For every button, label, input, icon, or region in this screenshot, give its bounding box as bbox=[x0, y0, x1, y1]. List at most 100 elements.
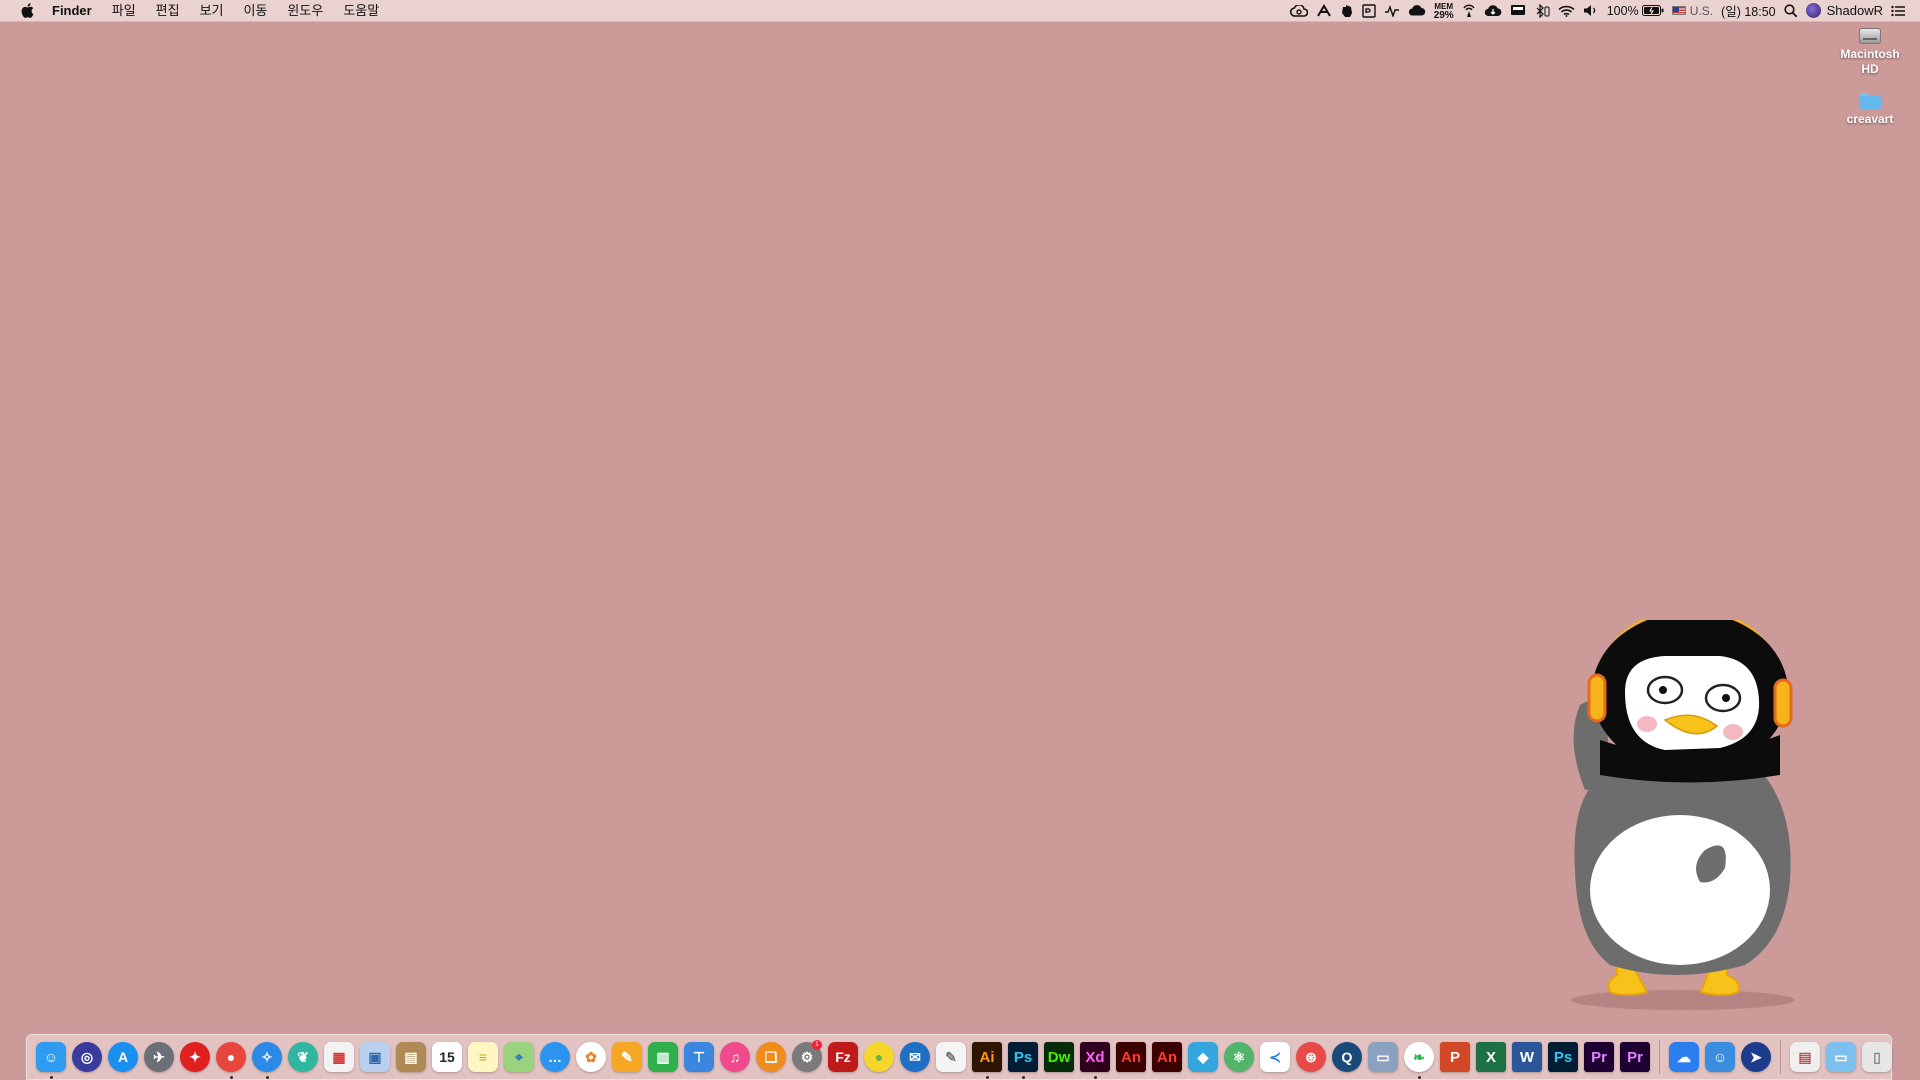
cloud-icon[interactable] bbox=[1404, 0, 1430, 22]
menu-window[interactable]: 윈도우 bbox=[277, 0, 333, 22]
dock-item-safari[interactable]: ✧ bbox=[249, 1034, 285, 1080]
display-icon[interactable] bbox=[1506, 0, 1530, 22]
dock-item-downloads[interactable]: ▤ bbox=[1787, 1034, 1823, 1080]
dock-item-premiere-pro[interactable]: Pr bbox=[1581, 1034, 1617, 1080]
menu-bar-status: MEM 29% 100% U.S. (일) 18:50 ShadowR bbox=[1286, 0, 1920, 22]
spotlight-search-icon[interactable] bbox=[1780, 0, 1802, 22]
dock-item-siri[interactable]: ◎ bbox=[69, 1034, 105, 1080]
dock-item-premiere-pro-2[interactable]: Pr bbox=[1617, 1034, 1653, 1080]
dock-item-notes[interactable]: ≡ bbox=[465, 1034, 501, 1080]
dock-item-animate[interactable]: An bbox=[1113, 1034, 1149, 1080]
dock-item-pages[interactable]: ✎ bbox=[609, 1034, 645, 1080]
dock-item-animate-2[interactable]: An bbox=[1149, 1034, 1185, 1080]
dock-item-photos[interactable]: ✿ bbox=[573, 1034, 609, 1080]
notification-center-icon[interactable] bbox=[1887, 0, 1910, 22]
dock-item-quicktime[interactable]: Q bbox=[1329, 1034, 1365, 1080]
dock-item-dreamweaver[interactable]: Dw bbox=[1041, 1034, 1077, 1080]
dock-item-folder[interactable]: ▭ bbox=[1823, 1034, 1859, 1080]
books-icon: ❏ bbox=[756, 1042, 786, 1072]
finder-window-icon: ☺ bbox=[1705, 1042, 1735, 1072]
evernote-menu-icon[interactable] bbox=[1336, 0, 1358, 22]
notification-badge: 1 bbox=[812, 1040, 822, 1050]
dock-item-textedit[interactable]: ✎ bbox=[933, 1034, 969, 1080]
dock-item-system-preferences[interactable]: ⚙ 1 bbox=[789, 1034, 825, 1080]
dock-item-powerpoint[interactable]: P bbox=[1437, 1034, 1473, 1080]
input-source-menu[interactable]: U.S. bbox=[1668, 0, 1717, 22]
dock-stacks: ▤ ▭ ▯ bbox=[1787, 1034, 1895, 1080]
dock-item-atom[interactable]: ⚛ bbox=[1221, 1034, 1257, 1080]
dock-item-squares[interactable]: ◆ bbox=[1185, 1034, 1221, 1080]
desktop-icon-macintosh-hd[interactable]: Macintosh HD bbox=[1832, 28, 1908, 77]
dock-item-illustrator[interactable]: Ai bbox=[969, 1034, 1005, 1080]
dock-item-launchpad[interactable]: ✈ bbox=[141, 1034, 177, 1080]
dock-item-grid[interactable]: ▦ bbox=[321, 1034, 357, 1080]
dock-item-filezilla[interactable]: Fz bbox=[825, 1034, 861, 1080]
dock-item-google-chrome[interactable]: ● bbox=[213, 1034, 249, 1080]
chrome-icon: ● bbox=[216, 1042, 246, 1072]
dock-item-trash[interactable]: ▯ bbox=[1859, 1034, 1895, 1080]
battery-status[interactable]: 100% bbox=[1603, 0, 1668, 22]
dock-utilities: ☁ ☺ ➤ bbox=[1666, 1034, 1774, 1080]
launchpad-icon: ✈ bbox=[144, 1042, 174, 1072]
dock-item-maps[interactable]: ⌖ bbox=[501, 1034, 537, 1080]
creative-cloud-icon[interactable] bbox=[1286, 0, 1312, 22]
dock-item-finder-window[interactable]: ☺ bbox=[1702, 1034, 1738, 1080]
dock-item-preview[interactable]: ▣ bbox=[357, 1034, 393, 1080]
dock-item-contacts[interactable]: ▤ bbox=[393, 1034, 429, 1080]
itunes-icon: ♫ bbox=[720, 1042, 750, 1072]
app-menu-finder[interactable]: Finder bbox=[40, 0, 102, 22]
dock-item-excel[interactable]: X bbox=[1473, 1034, 1509, 1080]
menu-help[interactable]: 도움말 bbox=[333, 0, 389, 22]
finder-icon: ☺ bbox=[36, 1042, 66, 1072]
memory-status[interactable]: MEM 29% bbox=[1430, 0, 1458, 22]
menu-file[interactable]: 파일 bbox=[102, 0, 146, 22]
clock[interactable]: (일) 18:50 bbox=[1717, 0, 1780, 22]
dock-item-messenger[interactable]: ☁ bbox=[1666, 1034, 1702, 1080]
menu-edit[interactable]: 편집 bbox=[146, 0, 190, 22]
menu-view[interactable]: 보기 bbox=[190, 0, 234, 22]
dock-item-books[interactable]: ❏ bbox=[753, 1034, 789, 1080]
running-indicator bbox=[265, 1076, 269, 1079]
desktop-icon-creavart[interactable]: creavart bbox=[1832, 93, 1908, 127]
dock-item-record[interactable]: ⊛ bbox=[1293, 1034, 1329, 1080]
maps-icon: ⌖ bbox=[504, 1042, 534, 1072]
dock-item-photoshop[interactable]: Ps bbox=[1005, 1034, 1041, 1080]
menu-go[interactable]: 이동 bbox=[234, 0, 278, 22]
folder-stack-icon: ▭ bbox=[1826, 1042, 1856, 1072]
dock-item-navigator[interactable]: ➤ bbox=[1738, 1034, 1774, 1080]
dock-item-keynote[interactable]: ⊤ bbox=[681, 1034, 717, 1080]
dock-item-kakaotalk[interactable]: ● bbox=[861, 1034, 897, 1080]
photoshop-icon: Ps bbox=[1008, 1042, 1038, 1072]
dock-item-calendar[interactable]: 15 bbox=[429, 1034, 465, 1080]
dock-item-evernote[interactable]: ❧ bbox=[1401, 1034, 1437, 1080]
volume-icon[interactable] bbox=[1579, 0, 1603, 22]
dock-item-itunes[interactable]: ♫ bbox=[717, 1034, 753, 1080]
dock-item-airmail[interactable]: ✉ bbox=[897, 1034, 933, 1080]
wifi-icon[interactable] bbox=[1554, 0, 1579, 22]
dock-item-photoshop-2[interactable]: Ps bbox=[1545, 1034, 1581, 1080]
running-indicator bbox=[1021, 1076, 1025, 1079]
airport-icon[interactable] bbox=[1458, 0, 1480, 22]
tool-app-icon[interactable] bbox=[1312, 0, 1336, 22]
dock-item-adobe-acrobat[interactable]: ✦ bbox=[177, 1034, 213, 1080]
dock-item-numbers[interactable]: ▥ bbox=[645, 1034, 681, 1080]
activity-graph-icon[interactable] bbox=[1380, 0, 1404, 22]
dock: ☺ ◎ A ✈ ✦ ● ✧ ❦ ▦ ▣ ▤ 15 ≡ ⌖… ✿ ✎ ▥ ⊤ ♫ ❏ ⚙ 1 Fz ● ✉ ✎ Ai Ps Dw Xd An A… bbox=[26, 1034, 1892, 1080]
powerpoint-icon: P bbox=[1440, 1042, 1470, 1072]
dock-item-scanner[interactable]: ▭ bbox=[1365, 1034, 1401, 1080]
dock-item-finder[interactable]: ☺ bbox=[33, 1034, 69, 1080]
apple-menu-icon[interactable] bbox=[14, 0, 40, 22]
dock-item-visual-studio-code[interactable]: ≺ bbox=[1257, 1034, 1293, 1080]
dock-item-adobe-xd[interactable]: Xd bbox=[1077, 1034, 1113, 1080]
dock-item-twitterrific[interactable]: ❦ bbox=[285, 1034, 321, 1080]
scanner-icon: ▭ bbox=[1368, 1042, 1398, 1072]
monitor-app-icon[interactable] bbox=[1358, 0, 1380, 22]
dock-item-app-store[interactable]: A bbox=[105, 1034, 141, 1080]
dock-item-word[interactable]: W bbox=[1509, 1034, 1545, 1080]
bluetooth-icon[interactable] bbox=[1530, 0, 1554, 22]
creative-cloud-sync-icon[interactable] bbox=[1480, 0, 1506, 22]
premiere-icon: Pr bbox=[1620, 1042, 1650, 1072]
user-menu[interactable]: ShadowR bbox=[1802, 0, 1887, 22]
trash-icon: ▯ bbox=[1862, 1042, 1892, 1072]
dock-item-messages[interactable]: … bbox=[537, 1034, 573, 1080]
